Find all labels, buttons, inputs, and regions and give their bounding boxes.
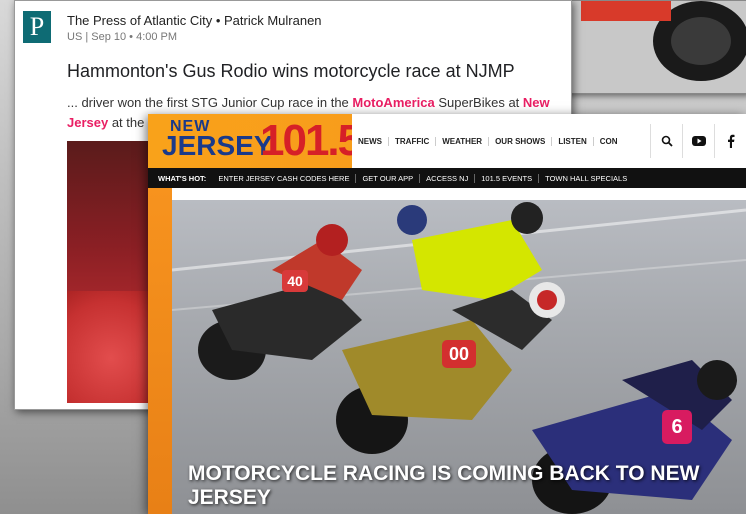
- nav-contests[interactable]: CON: [594, 137, 624, 146]
- nav-news[interactable]: NEWS: [352, 136, 389, 146]
- article-headline[interactable]: Hammonton's Gus Rodio wins motorcycle ra…: [67, 61, 515, 82]
- whats-hot-bar: WHAT'S HOT: ENTER JERSEY CASH CODES HERE…: [148, 168, 746, 188]
- hero-image[interactable]: 40 00 6 MOTORCYCLE RACING IS COMING BACK…: [172, 200, 746, 514]
- side-accent: [148, 188, 172, 514]
- bike-number-00: 00: [449, 344, 469, 364]
- hot-link[interactable]: GET OUR APP: [356, 173, 421, 183]
- motorcycle-yellow: [397, 202, 543, 300]
- facebook-icon[interactable]: [714, 124, 746, 158]
- nav-listen[interactable]: LISTEN: [552, 136, 594, 146]
- motorcycle-wheel-graphic: [561, 1, 746, 93]
- motorcycle-40: 40: [198, 224, 362, 380]
- bike-number-40: 40: [287, 273, 303, 289]
- site-header: NEW JERSEY 101.5 NEWS TRAFFIC WEATHER OU…: [148, 114, 746, 168]
- search-icon[interactable]: [650, 124, 682, 158]
- hot-link[interactable]: 101.5 EVENTS: [475, 173, 540, 183]
- nav-our-shows[interactable]: OUR SHOWS: [489, 136, 553, 146]
- article-meta: US | Sep 10 • 4:00 PM: [67, 31, 178, 43]
- hot-link[interactable]: ENTER JERSEY CASH CODES HERE: [212, 173, 357, 183]
- snippet-text: SuperBikes at: [434, 95, 523, 110]
- hero-headline[interactable]: MOTORCYCLE RACING IS COMING BACK TO NEW …: [188, 462, 708, 510]
- snippet-highlight: MotoAmerica: [352, 95, 435, 110]
- motorcycle-00: 00: [336, 282, 565, 454]
- hot-link[interactable]: TOWN HALL SPECIALS: [539, 174, 633, 183]
- nav-traffic[interactable]: TRAFFIC: [389, 136, 437, 146]
- hot-link[interactable]: ACCESS NJ: [420, 173, 476, 183]
- whats-hot-label: WHAT'S HOT:: [158, 173, 207, 183]
- article-source[interactable]: The Press of Atlantic City • Patrick Mul…: [67, 13, 322, 28]
- snippet-text: at the: [108, 115, 145, 130]
- nav-icons: [650, 124, 746, 158]
- background-race-photo: [560, 0, 746, 94]
- nav-weather[interactable]: WEATHER: [436, 136, 490, 146]
- logo-frequency[interactable]: 101.5: [260, 116, 362, 166]
- nj1015-page: NEW JERSEY 101.5 NEWS TRAFFIC WEATHER OU…: [148, 114, 746, 514]
- press-logo: P: [23, 11, 51, 43]
- logo-jersey[interactable]: JERSEY: [162, 130, 273, 162]
- bike-number-6: 6: [671, 416, 682, 438]
- youtube-icon[interactable]: [682, 124, 714, 158]
- snippet-text: ... driver won the first STG Junior Cup …: [67, 95, 353, 110]
- main-nav: NEWS TRAFFIC WEATHER OUR SHOWS LISTEN CO…: [352, 114, 746, 168]
